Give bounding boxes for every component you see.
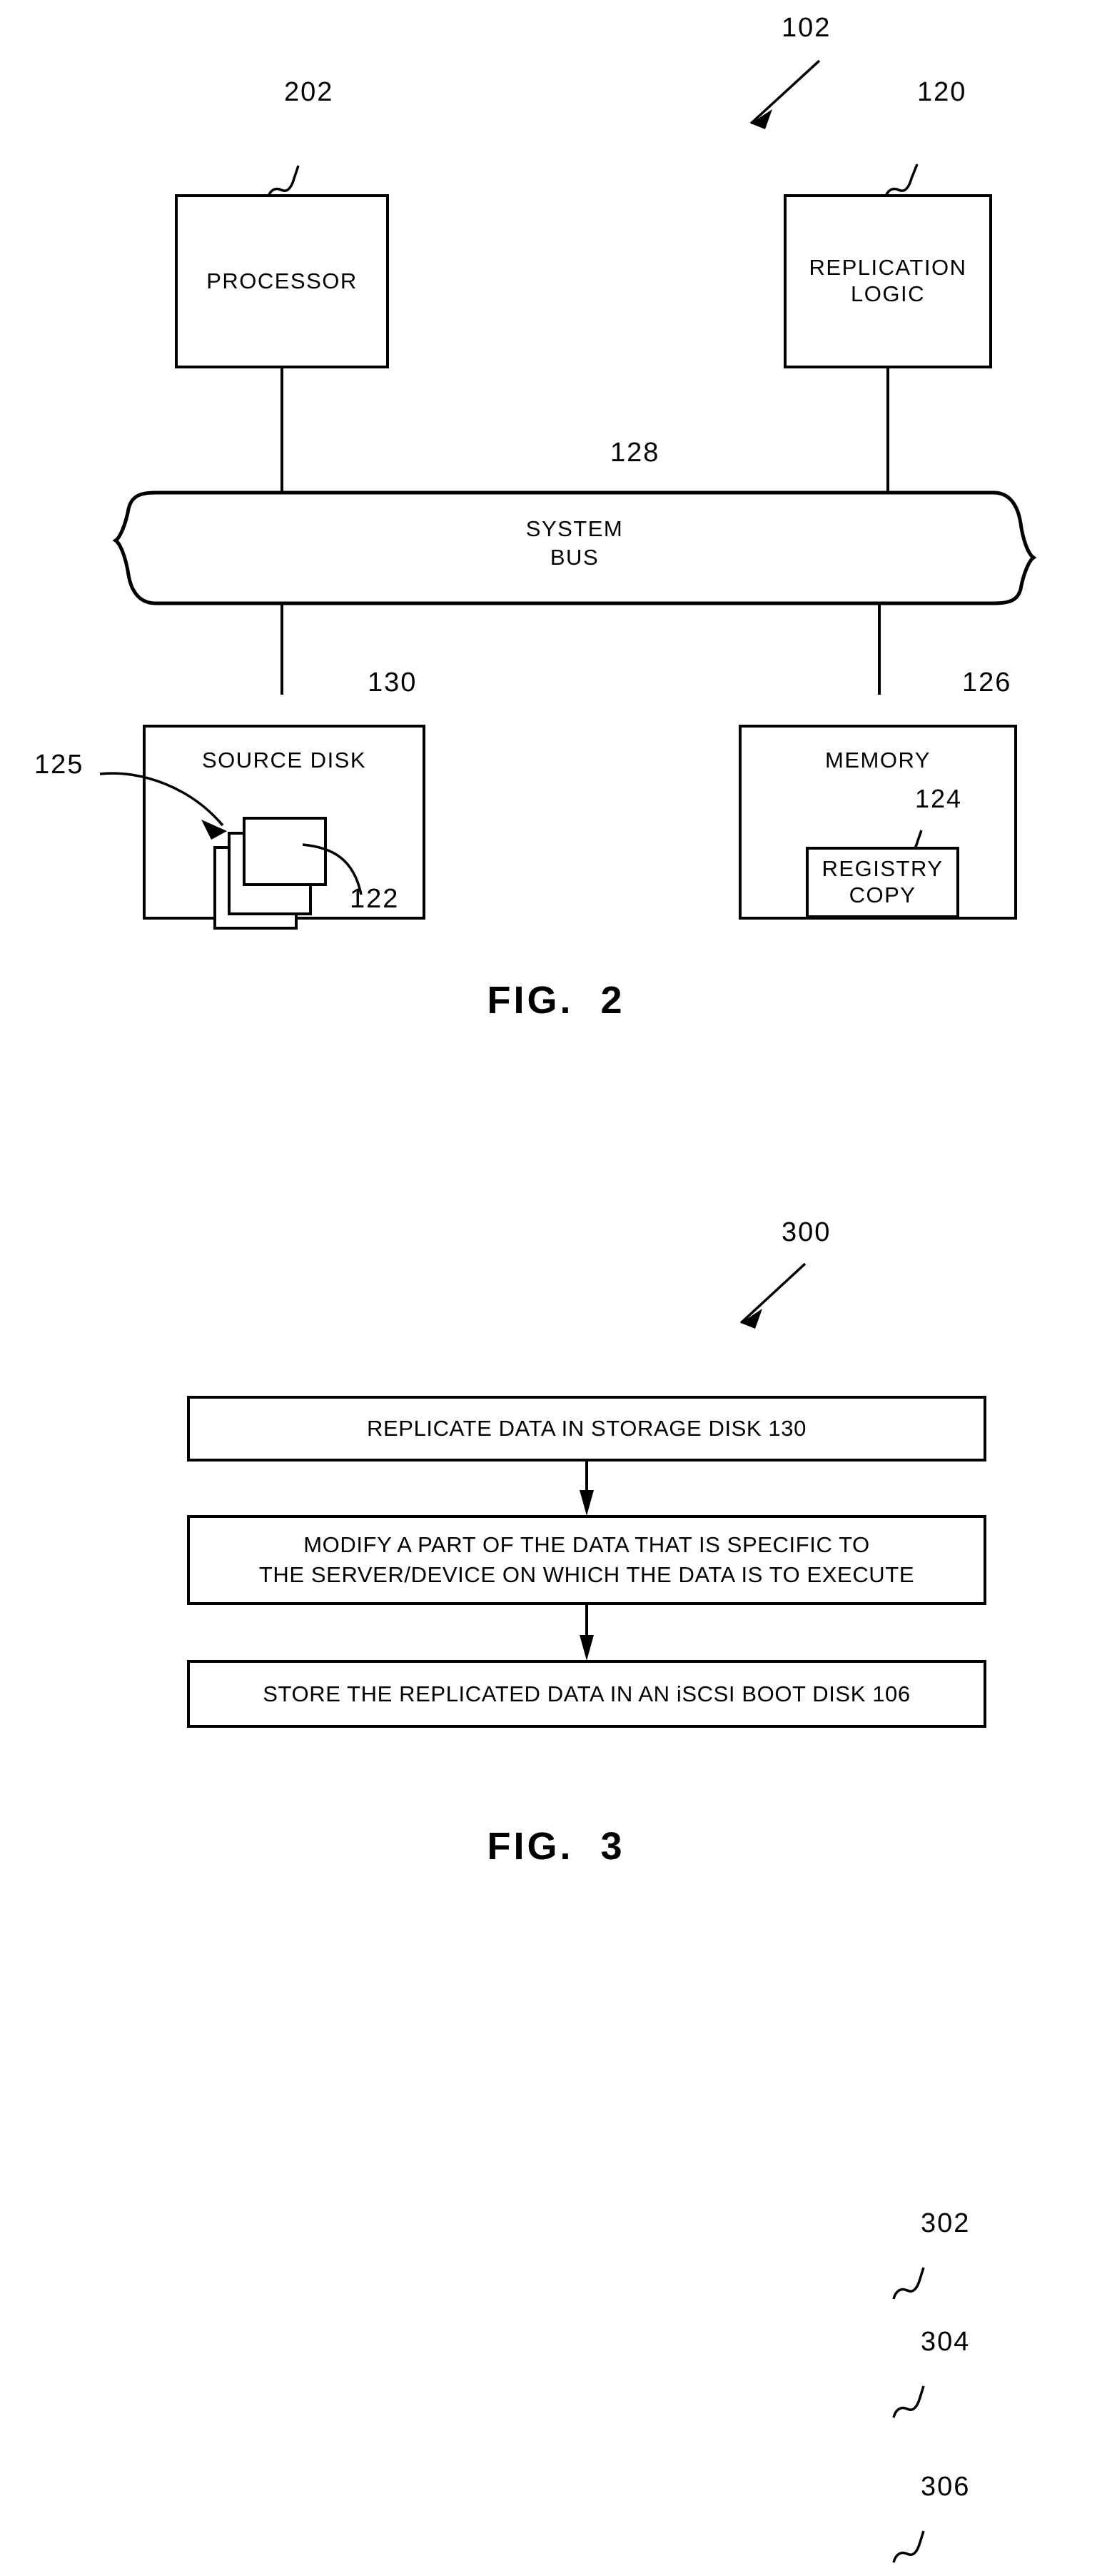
memory-label: MEMORY — [825, 748, 931, 773]
ref-306-leader — [892, 2530, 925, 2563]
ref-124-label: 124 — [915, 784, 963, 813]
figure-2-caption: FIG. 2 — [487, 979, 625, 1022]
ref-304-label: 304 — [921, 2327, 971, 2357]
ref-125-arrow — [99, 772, 227, 840]
ref-130-label: 130 — [368, 668, 418, 698]
ref-128-label: 128 — [610, 438, 660, 468]
ref-126-label: 126 — [962, 668, 1012, 698]
ref-304-leader — [892, 2385, 925, 2418]
ref-122-leader — [302, 843, 363, 895]
flow-step-304: MODIFY A PART OF THE DATA THAT IS SPECIF… — [187, 1515, 986, 1605]
flow-step-302-text: REPLICATE DATA IN STORAGE DISK 130 — [367, 1416, 807, 1442]
flow-arrow-302-to-304 — [580, 1461, 594, 1516]
figure-2: 102 202 PROCESSOR 120 REPLICATION LOGIC … — [0, 0, 1112, 1071]
flow-step-306: STORE THE REPLICATED DATA IN AN iSCSI BO… — [187, 1660, 986, 1728]
replication-logic-bus-lead — [886, 366, 889, 495]
ref-302-label: 302 — [921, 2208, 971, 2238]
source-disk-bus-lead — [280, 602, 283, 695]
ref-125-label: 125 — [34, 750, 84, 780]
processor-bus-lead — [280, 366, 283, 495]
system-bus-block: SYSTEM BUS — [112, 489, 1037, 607]
flow-step-306-text: STORE THE REPLICATED DATA IN AN iSCSI BO… — [263, 1681, 911, 1706]
ref-102-arrow — [749, 59, 821, 129]
flow-step-304-text: MODIFY A PART OF THE DATA THAT IS SPECIF… — [258, 1532, 915, 1587]
ref-202-label: 202 — [284, 77, 334, 107]
figure-3-caption: FIG. 3 — [487, 1825, 625, 1868]
ref-300-label: 300 — [782, 1217, 832, 1247]
ref-202-leader — [266, 165, 300, 199]
figure-3: 300 302 REPLICATE DATA IN STORAGE DISK 1… — [0, 1142, 1112, 2563]
ref-120-leader — [884, 163, 919, 199]
processor-block: PROCESSOR — [175, 194, 389, 368]
ref-120-label: 120 — [917, 77, 967, 107]
flow-arrow-304-to-306 — [580, 1605, 594, 1661]
ref-300-arrow — [739, 1262, 807, 1329]
registry-copy-label: REGISTRY COPY — [822, 856, 944, 907]
ref-306-label: 306 — [921, 2472, 971, 2502]
system-bus-label: SYSTEM BUS — [525, 516, 624, 570]
memory-block: MEMORY 124 REGISTRY COPY — [739, 725, 1017, 920]
ref-302-leader — [892, 2267, 925, 2300]
registry-copy-block: REGISTRY COPY — [806, 847, 959, 918]
replication-logic-block: REPLICATION LOGIC — [784, 194, 992, 368]
flow-step-302: REPLICATE DATA IN STORAGE DISK 130 — [187, 1396, 986, 1461]
memory-bus-lead — [878, 602, 881, 695]
replication-logic-label: REPLICATION LOGIC — [809, 255, 967, 306]
processor-label: PROCESSOR — [206, 268, 358, 293]
